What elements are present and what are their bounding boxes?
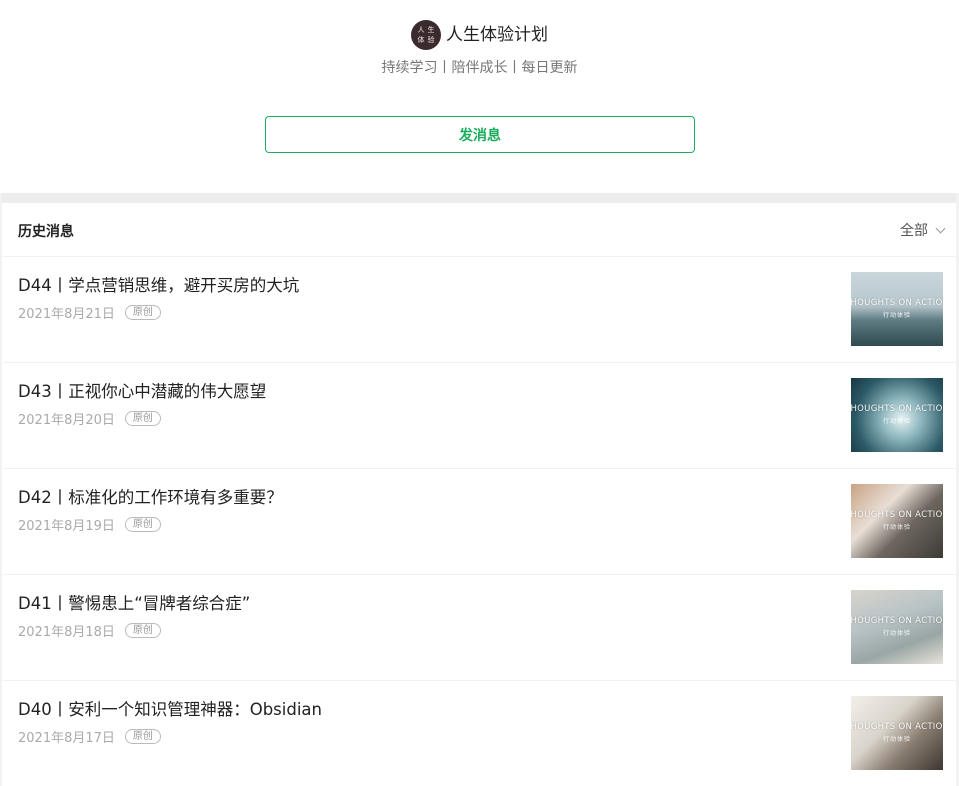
article-date: 2021年8月21日 — [18, 307, 115, 322]
left-border — [0, 193, 2, 786]
article-thumbnail[interactable]: THOUGHTS ON ACTION 行动体验 — [851, 484, 943, 558]
avatar-char: 生 — [427, 25, 435, 34]
article-date: 2021年8月17日 — [18, 731, 115, 746]
thumbnail-caption: THOUGHTS ON ACTION — [851, 404, 943, 414]
article-date: 2021年8月18日 — [18, 625, 115, 640]
original-badge: 原创 — [124, 623, 161, 638]
thumbnail-subcaption: 行动体验 — [882, 312, 911, 319]
article-thumbnail[interactable]: THOUGHTS ON ACTION 行动体验 — [851, 590, 943, 664]
thumbnail-caption: THOUGHTS ON ACTION — [851, 510, 943, 520]
article-title[interactable]: D44丨学点营销思维，避开买房的大坑 — [18, 272, 299, 296]
filter-label: 全部 — [900, 223, 928, 239]
article-meta: 2021年8月17日 原创 — [18, 727, 161, 746]
account-header: 人 生 体 验 人生体验计划 — [0, 20, 959, 50]
article-item[interactable]: D42丨标准化的工作环境有多重要？ 2021年8月19日 原创 THOUGHTS… — [3, 469, 956, 575]
original-badge: 原创 — [124, 305, 161, 320]
thumbnail-subcaption: 行动体验 — [882, 630, 911, 637]
article-date: 2021年8月20日 — [18, 413, 115, 428]
chevron-down-icon — [935, 223, 946, 233]
original-badge: 原创 — [124, 517, 161, 532]
article-item[interactable]: D41丨警惕患上“冒牌者综合症” 2021年8月18日 原创 THOUGHTS … — [3, 575, 956, 681]
thumbnail-caption: THOUGHTS ON ACTION — [851, 298, 943, 308]
article-meta: 2021年8月20日 原创 — [18, 409, 161, 428]
filter-dropdown[interactable]: 全部 — [900, 220, 946, 240]
article-item[interactable]: D40丨安利一个知识管理神器：Obsidian 2021年8月17日 原创 TH… — [3, 681, 956, 786]
account-bio: 持续学习丨陪伴成长丨每日更新 — [381, 60, 578, 76]
thumbnail-subcaption: 行动体验 — [882, 524, 911, 531]
thumbnail-subcaption: 行动体验 — [882, 736, 911, 743]
article-title[interactable]: D40丨安利一个知识管理神器：Obsidian — [18, 696, 322, 720]
article-meta: 2021年8月19日 原创 — [18, 515, 161, 534]
article-item[interactable]: D44丨学点营销思维，避开买房的大坑 2021年8月21日 原创 THOUGHT… — [3, 257, 956, 363]
original-badge: 原创 — [124, 411, 161, 426]
section-divider — [0, 193, 959, 203]
article-meta: 2021年8月21日 原创 — [18, 303, 161, 322]
account-name[interactable]: 人生体验计划 — [446, 20, 548, 50]
history-header: 历史消息 全部 — [3, 203, 956, 257]
send-message-button[interactable]: 发消息 — [265, 116, 695, 153]
thumbnail-caption: THOUGHTS ON ACTION — [851, 722, 943, 732]
article-thumbnail[interactable]: THOUGHTS ON ACTION 行动体验 — [851, 696, 943, 770]
avatar-char: 人 — [417, 25, 425, 34]
thumbnail-subcaption: 行动体验 — [882, 418, 911, 425]
article-title[interactable]: D41丨警惕患上“冒牌者综合症” — [18, 590, 250, 614]
avatar[interactable]: 人 生 体 验 — [411, 20, 441, 50]
article-thumbnail[interactable]: THOUGHTS ON ACTION 行动体验 — [851, 378, 943, 452]
article-item[interactable]: D43丨正视你心中潜藏的伟大愿望 2021年8月20日 原创 THOUGHTS … — [3, 363, 956, 469]
account-profile: 人 生 体 验 人生体验计划 持续学习丨陪伴成长丨每日更新 发消息 — [0, 0, 959, 193]
thumbnail-caption: THOUGHTS ON ACTION — [851, 616, 943, 626]
original-badge: 原创 — [124, 729, 161, 744]
article-title[interactable]: D42丨标准化的工作环境有多重要？ — [18, 484, 283, 508]
article-date: 2021年8月19日 — [18, 519, 115, 534]
avatar-char: 体 — [417, 35, 425, 44]
avatar-char: 验 — [427, 35, 435, 44]
article-meta: 2021年8月18日 原创 — [18, 621, 161, 640]
article-title[interactable]: D43丨正视你心中潜藏的伟大愿望 — [18, 378, 266, 402]
article-thumbnail[interactable]: THOUGHTS ON ACTION 行动体验 — [851, 272, 943, 346]
history-title: 历史消息 — [18, 224, 74, 240]
